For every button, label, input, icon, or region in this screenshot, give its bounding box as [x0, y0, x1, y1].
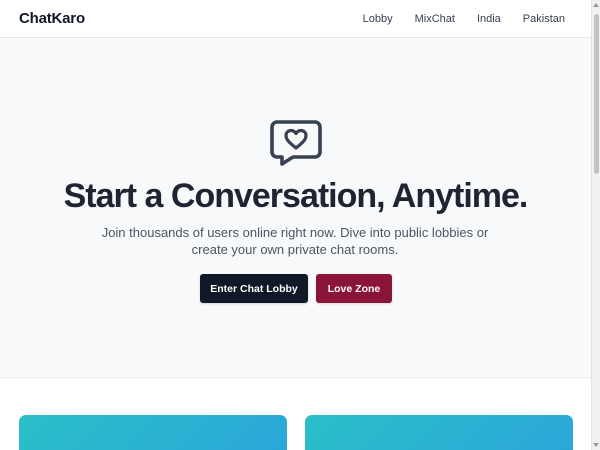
love-zone-button[interactable]: Love Zone — [316, 274, 392, 303]
feature-card-left[interactable] — [19, 415, 287, 450]
enter-chat-lobby-button[interactable]: Enter Chat Lobby — [200, 274, 308, 303]
hero-section: Start a Conversation, Anytime. Join thou… — [0, 38, 591, 378]
scroll-up-arrow-icon[interactable] — [593, 3, 599, 7]
nav-link-mixchat[interactable]: MixChat — [415, 13, 455, 25]
brand-logo[interactable]: ChatKaro — [19, 10, 85, 27]
nav-links: Lobby MixChat India Pakistan — [363, 13, 565, 25]
vertical-scrollbar[interactable] — [591, 0, 600, 450]
chat-heart-icon — [270, 120, 322, 166]
nav-link-india[interactable]: India — [477, 13, 501, 25]
scroll-thumb[interactable] — [594, 14, 599, 174]
scroll-down-arrow-icon[interactable] — [593, 443, 599, 447]
hero-subtitle: Join thousands of users online right now… — [101, 225, 489, 257]
nav-link-lobby[interactable]: Lobby — [363, 13, 393, 25]
nav-link-pakistan[interactable]: Pakistan — [523, 13, 565, 25]
navbar: ChatKaro Lobby MixChat India Pakistan — [0, 0, 591, 38]
hero-title: Start a Conversation, Anytime. — [63, 177, 529, 215]
feature-card-right[interactable] — [305, 415, 573, 450]
